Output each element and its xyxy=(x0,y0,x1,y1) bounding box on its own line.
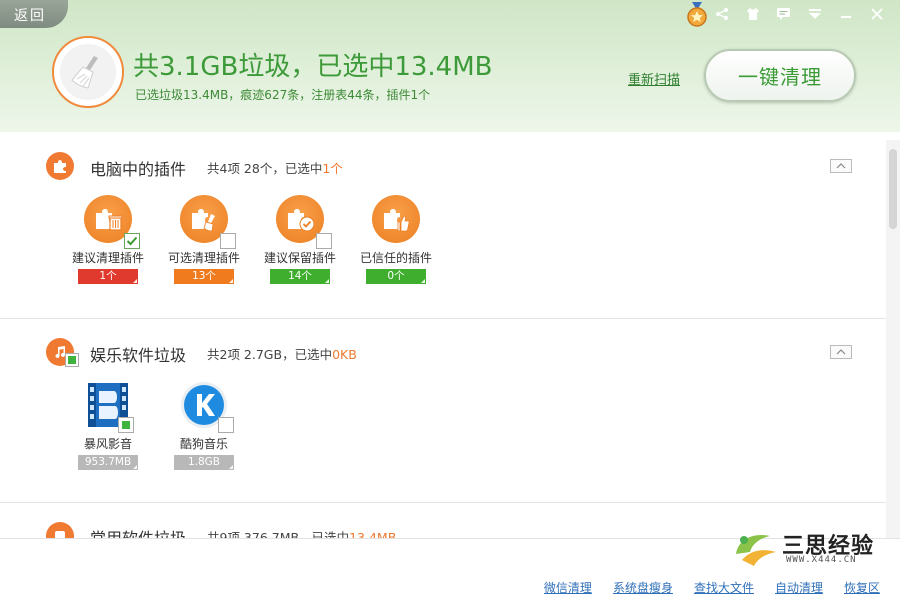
item-checkbox[interactable] xyxy=(218,417,234,433)
plugin-recommend-clean[interactable]: 建议清理插件 1个 xyxy=(60,195,156,284)
skin-icon[interactable] xyxy=(737,3,768,25)
watermark: 三思经验 WWW.X444.CN xyxy=(730,524,880,572)
auto-clean-link[interactable]: 自动清理 xyxy=(775,579,823,596)
item-size-badge: 1.8GB xyxy=(174,455,234,470)
broom-status-circle xyxy=(52,36,124,108)
scrollbar-thumb[interactable] xyxy=(889,149,897,229)
collapse-button[interactable] xyxy=(830,345,852,359)
medal-icon[interactable] xyxy=(686,2,708,28)
item-label: 建议清理插件 xyxy=(71,251,144,265)
item-checkbox[interactable] xyxy=(124,233,140,249)
item-checkbox[interactable] xyxy=(118,417,134,433)
chevron-up-icon xyxy=(836,163,846,169)
chevron-up-icon xyxy=(836,349,846,355)
one-click-clean-button[interactable]: 一键清理 xyxy=(704,49,856,102)
section-info: 共2项 2.7GB，已选中0KB xyxy=(207,347,357,362)
app-baofeng[interactable]: 暴风影音 953.7MB xyxy=(60,381,156,470)
section-info: 共9项 376.7MB，已选中13.4MB xyxy=(207,530,397,538)
plugin-keep-icon xyxy=(288,209,315,232)
section-title: 娱乐软件垃圾 xyxy=(90,346,187,365)
item-count-badge: 13个 xyxy=(174,269,234,284)
watermark-logo-icon xyxy=(736,534,776,566)
entertainment-section: 娱乐软件垃圾 共2项 2.7GB，已选中0KB 暴风影音 953.7MB 酷狗音… xyxy=(0,319,886,503)
message-icon[interactable] xyxy=(768,3,799,25)
page-title: 共3.1GB垃圾，已选中13.4MB xyxy=(133,52,493,82)
item-label: 已信任的插件 xyxy=(359,251,432,265)
plugin-broom-icon xyxy=(192,209,215,232)
item-count-badge: 0个 xyxy=(366,269,426,284)
item-count-badge: 1个 xyxy=(78,269,138,284)
item-checkbox[interactable] xyxy=(316,233,332,249)
plugin-recommend-keep[interactable]: 建议保留插件 14个 xyxy=(252,195,348,284)
menu-icon[interactable] xyxy=(799,3,830,25)
music-note-icon xyxy=(46,338,79,367)
item-count-badge: 14个 xyxy=(270,269,330,284)
window-controls xyxy=(706,3,892,25)
scan-summary: 已选垃圾13.4MB，痕迹627条，注册表44条，插件1个 xyxy=(135,88,431,102)
section-title: 常用软件垃圾 xyxy=(90,525,186,538)
header-panel: 返回 共3.1GB垃圾，已选中13.4MB 已选垃圾13.4MB，痕迹627条，… xyxy=(0,0,900,132)
item-checkbox[interactable] xyxy=(220,233,236,249)
wechat-clean-link[interactable]: 微信清理 xyxy=(544,579,592,596)
find-large-files-link[interactable]: 查找大文件 xyxy=(694,579,754,596)
scrollbar[interactable] xyxy=(886,140,900,538)
broom-icon xyxy=(71,56,98,89)
item-label: 酷狗音乐 xyxy=(179,437,228,451)
section-checkbox[interactable] xyxy=(65,353,79,367)
back-button[interactable]: 返回 xyxy=(0,0,68,28)
watermark-url: WWW.X444.CN xyxy=(786,555,857,565)
plugin-trusted[interactable]: 已信任的插件 0个 xyxy=(348,195,444,284)
footer-links: 微信清理 系统盘瘦身 查找大文件 自动清理 恢复区 xyxy=(544,579,880,596)
close-icon[interactable] xyxy=(861,3,892,25)
checkmark-icon xyxy=(126,236,138,246)
rescan-link[interactable]: 重新扫描 xyxy=(628,69,680,88)
collapse-button[interactable] xyxy=(830,159,852,173)
plugin-thumbs-up-icon xyxy=(384,209,410,232)
plugins-section: 电脑中的插件 共4项 28个，已选中1个 建议清理插件 1个 可选清理插件 13… xyxy=(0,132,886,318)
plugin-trash-icon xyxy=(96,209,123,231)
minimize-icon[interactable] xyxy=(830,3,861,25)
section-info: 共4项 28个，已选中1个 xyxy=(207,161,343,176)
item-label: 可选清理插件 xyxy=(167,251,240,265)
item-size-badge: 953.7MB xyxy=(78,455,138,470)
plugin-optional-clean[interactable]: 可选清理插件 13个 xyxy=(156,195,252,284)
app-kugou[interactable]: 酷狗音乐 1.8GB xyxy=(156,381,252,470)
restore-area-link[interactable]: 恢复区 xyxy=(844,579,880,596)
software-icon xyxy=(46,522,74,538)
item-label: 暴风影音 xyxy=(83,437,132,451)
puzzle-icon xyxy=(46,152,74,180)
section-title: 电脑中的插件 xyxy=(90,160,187,179)
system-disk-slim-link[interactable]: 系统盘瘦身 xyxy=(613,579,673,596)
share-icon[interactable] xyxy=(706,3,737,25)
item-label: 建议保留插件 xyxy=(263,251,336,265)
